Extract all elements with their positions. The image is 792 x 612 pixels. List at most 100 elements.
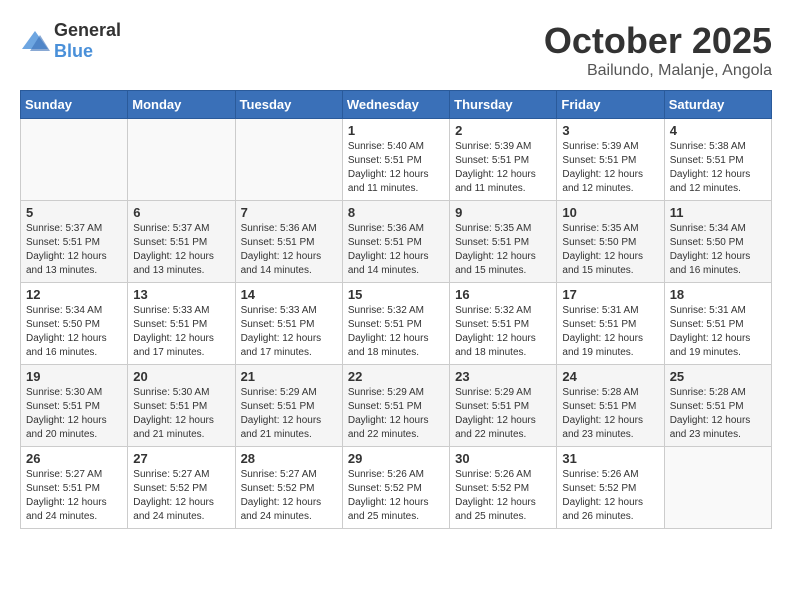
calendar-cell: 10 Sunrise: 5:35 AM Sunset: 5:50 PM Dayli… [557, 201, 664, 283]
day-number: 31 [562, 451, 658, 466]
day-number: 1 [348, 123, 444, 138]
calendar-cell: 23Sunrise: 5:29 AM Sunset: 5:51 PM Dayli… [450, 365, 557, 447]
calendar-cell: 18Sunrise: 5:31 AM Sunset: 5:51 PM Dayli… [664, 283, 771, 365]
day-info: Sunrise: 5:37 AM Sunset: 5:51 PM Dayligh… [133, 222, 229, 278]
calendar-header-row: SundayMondayTuesdayWednesdayThursdayFrid… [21, 91, 772, 119]
calendar-cell: 30 Sunrise: 5:26 AM Sunset: 5:52 PM Dayli… [450, 447, 557, 529]
day-info: Sunrise: 5:26 AM Sunset: 5:52 PM Dayligh… [562, 468, 658, 524]
day-number: 30 [455, 451, 551, 466]
calendar-subtitle: Bailundo, Malanje, Angola [544, 62, 772, 80]
day-number: 6 [133, 205, 229, 220]
calendar-cell: 7 Sunrise: 5:36 AM Sunset: 5:51 PM Daylig… [235, 201, 342, 283]
calendar-cell [128, 119, 235, 201]
day-info: Sunrise: 5:30 AM Sunset: 5:51 PM Dayligh… [133, 386, 229, 442]
calendar-cell: 28 Sunrise: 5:27 AM Sunset: 5:52 PM Dayli… [235, 447, 342, 529]
day-header-tuesday: Tuesday [235, 91, 342, 119]
day-info: Sunrise: 5:34 AM Sunset: 5:50 PM Dayligh… [26, 304, 122, 360]
calendar-week-row: 12 Sunrise: 5:34 AM Sunset: 5:50 PM Dayli… [21, 283, 772, 365]
day-info: Sunrise: 5:38 AM Sunset: 5:51 PM Dayligh… [670, 140, 766, 196]
calendar-cell: 14 Sunrise: 5:33 AM Sunset: 5:51 PM Dayli… [235, 283, 342, 365]
day-number: 10 [562, 205, 658, 220]
calendar-cell: 19 Sunrise: 5:30 AM Sunset: 5:51 PM Dayli… [21, 365, 128, 447]
day-info: Sunrise: 5:36 AM Sunset: 5:51 PM Dayligh… [241, 222, 337, 278]
calendar-cell: 17 Sunrise: 5:31 AM Sunset: 5:51 PM Dayli… [557, 283, 664, 365]
day-info: Sunrise: 5:29 AM Sunset: 5:51 PM Dayligh… [241, 386, 337, 442]
day-number: 8 [348, 205, 444, 220]
day-number: 11 [670, 205, 766, 220]
day-info: Sunrise: 5:26 AM Sunset: 5:52 PM Dayligh… [455, 468, 551, 524]
calendar-cell: 5 Sunrise: 5:37 AM Sunset: 5:51 PM Daylig… [21, 201, 128, 283]
calendar-cell: 8 Sunrise: 5:36 AM Sunset: 5:51 PM Daylig… [342, 201, 449, 283]
day-number: 18 [670, 287, 766, 302]
day-number: 20 [133, 369, 229, 384]
calendar-cell: 9 Sunrise: 5:35 AM Sunset: 5:51 PM Daylig… [450, 201, 557, 283]
calendar-cell: 24Sunrise: 5:28 AM Sunset: 5:51 PM Dayli… [557, 365, 664, 447]
logo-general-text: General [54, 20, 121, 40]
calendar-cell: 1 Sunrise: 5:40 AM Sunset: 5:51 PM Daylig… [342, 119, 449, 201]
day-info: Sunrise: 5:34 AM Sunset: 5:50 PM Dayligh… [670, 222, 766, 278]
day-info: Sunrise: 5:33 AM Sunset: 5:51 PM Dayligh… [241, 304, 337, 360]
calendar-week-row: 1 Sunrise: 5:40 AM Sunset: 5:51 PM Daylig… [21, 119, 772, 201]
calendar-cell: 15Sunrise: 5:32 AM Sunset: 5:51 PM Dayli… [342, 283, 449, 365]
calendar-cell: 20 Sunrise: 5:30 AM Sunset: 5:51 PM Dayli… [128, 365, 235, 447]
calendar-cell [235, 119, 342, 201]
day-info: Sunrise: 5:27 AM Sunset: 5:52 PM Dayligh… [133, 468, 229, 524]
day-info: Sunrise: 5:31 AM Sunset: 5:51 PM Dayligh… [562, 304, 658, 360]
day-info: Sunrise: 5:40 AM Sunset: 5:51 PM Dayligh… [348, 140, 444, 196]
day-info: Sunrise: 5:27 AM Sunset: 5:51 PM Dayligh… [26, 468, 122, 524]
day-info: Sunrise: 5:35 AM Sunset: 5:51 PM Dayligh… [455, 222, 551, 278]
calendar-cell: 29Sunrise: 5:26 AM Sunset: 5:52 PM Dayli… [342, 447, 449, 529]
day-number: 12 [26, 287, 122, 302]
logo: General Blue [20, 20, 121, 62]
day-info: Sunrise: 5:29 AM Sunset: 5:51 PM Dayligh… [455, 386, 551, 442]
day-number: 9 [455, 205, 551, 220]
day-number: 7 [241, 205, 337, 220]
day-info: Sunrise: 5:33 AM Sunset: 5:51 PM Dayligh… [133, 304, 229, 360]
calendar-cell: 25 Sunrise: 5:28 AM Sunset: 5:51 PM Dayli… [664, 365, 771, 447]
day-number: 4 [670, 123, 766, 138]
day-number: 17 [562, 287, 658, 302]
day-number: 3 [562, 123, 658, 138]
day-info: Sunrise: 5:37 AM Sunset: 5:51 PM Dayligh… [26, 222, 122, 278]
day-number: 21 [241, 369, 337, 384]
logo-blue-text: Blue [54, 41, 93, 61]
calendar-cell: 22Sunrise: 5:29 AM Sunset: 5:51 PM Dayli… [342, 365, 449, 447]
day-header-thursday: Thursday [450, 91, 557, 119]
day-header-monday: Monday [128, 91, 235, 119]
calendar-cell [664, 447, 771, 529]
day-info: Sunrise: 5:35 AM Sunset: 5:50 PM Dayligh… [562, 222, 658, 278]
day-number: 2 [455, 123, 551, 138]
day-header-sunday: Sunday [21, 91, 128, 119]
day-number: 19 [26, 369, 122, 384]
calendar-week-row: 5 Sunrise: 5:37 AM Sunset: 5:51 PM Daylig… [21, 201, 772, 283]
day-info: Sunrise: 5:36 AM Sunset: 5:51 PM Dayligh… [348, 222, 444, 278]
day-info: Sunrise: 5:28 AM Sunset: 5:51 PM Dayligh… [670, 386, 766, 442]
day-info: Sunrise: 5:27 AM Sunset: 5:52 PM Dayligh… [241, 468, 337, 524]
day-number: 26 [26, 451, 122, 466]
calendar-cell: 27 Sunrise: 5:27 AM Sunset: 5:52 PM Dayli… [128, 447, 235, 529]
calendar-cell: 31 Sunrise: 5:26 AM Sunset: 5:52 PM Dayli… [557, 447, 664, 529]
day-number: 28 [241, 451, 337, 466]
calendar-title: October 2025 [544, 20, 772, 62]
calendar-cell: 3 Sunrise: 5:39 AM Sunset: 5:51 PM Daylig… [557, 119, 664, 201]
day-header-friday: Friday [557, 91, 664, 119]
day-number: 15 [348, 287, 444, 302]
day-number: 16 [455, 287, 551, 302]
calendar-cell: 11 Sunrise: 5:34 AM Sunset: 5:50 PM Dayli… [664, 201, 771, 283]
day-info: Sunrise: 5:29 AM Sunset: 5:51 PM Dayligh… [348, 386, 444, 442]
day-info: Sunrise: 5:28 AM Sunset: 5:51 PM Dayligh… [562, 386, 658, 442]
calendar-cell [21, 119, 128, 201]
day-number: 25 [670, 369, 766, 384]
calendar-cell: 13Sunrise: 5:33 AM Sunset: 5:51 PM Dayli… [128, 283, 235, 365]
day-header-wednesday: Wednesday [342, 91, 449, 119]
day-info: Sunrise: 5:39 AM Sunset: 5:51 PM Dayligh… [455, 140, 551, 196]
title-section: October 2025 Bailundo, Malanje, Angola [544, 20, 772, 80]
calendar-cell: 12 Sunrise: 5:34 AM Sunset: 5:50 PM Dayli… [21, 283, 128, 365]
day-number: 27 [133, 451, 229, 466]
logo-icon [20, 29, 50, 53]
day-number: 5 [26, 205, 122, 220]
day-number: 14 [241, 287, 337, 302]
day-info: Sunrise: 5:39 AM Sunset: 5:51 PM Dayligh… [562, 140, 658, 196]
calendar-cell: 21 Sunrise: 5:29 AM Sunset: 5:51 PM Dayli… [235, 365, 342, 447]
day-info: Sunrise: 5:30 AM Sunset: 5:51 PM Dayligh… [26, 386, 122, 442]
